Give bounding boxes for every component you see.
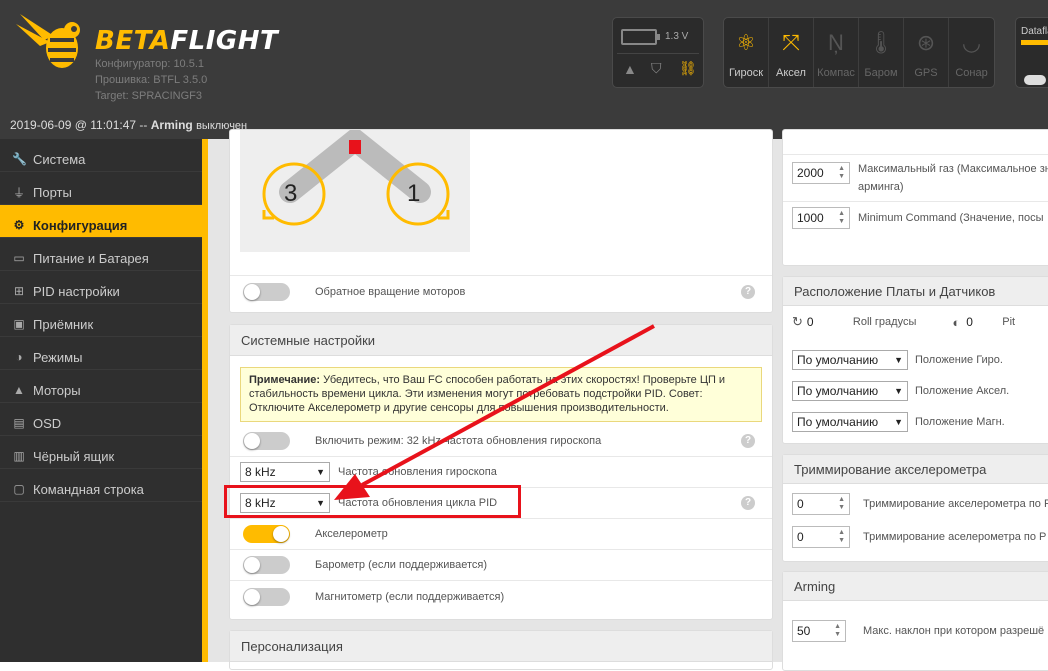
annotation-arrow bbox=[334, 324, 655, 500]
